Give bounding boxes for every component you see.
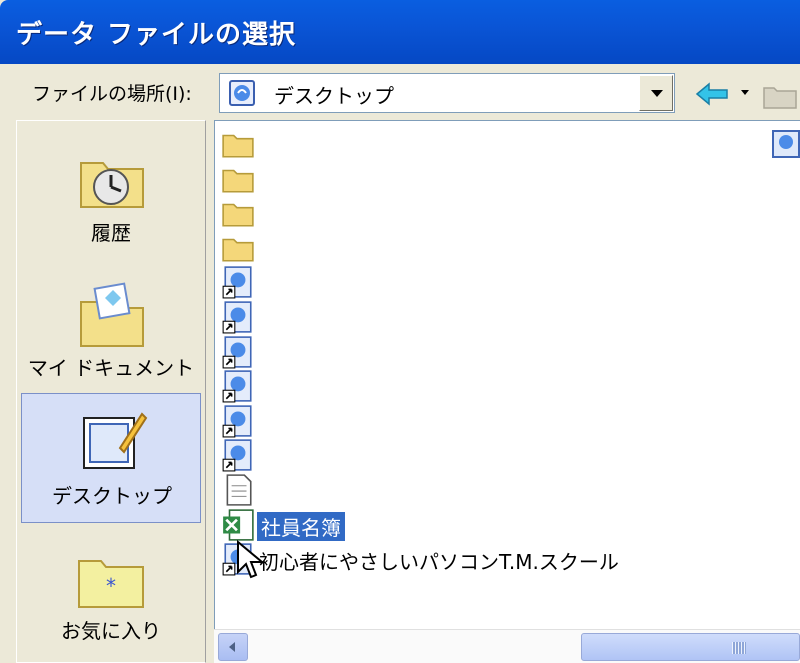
places-item-label: デスクトップ [52, 484, 172, 508]
excel-file-icon [223, 508, 254, 541]
list-item[interactable] [221, 196, 781, 230]
list-item[interactable] [221, 127, 781, 161]
list-item[interactable] [221, 335, 781, 369]
mouse-cursor [237, 540, 265, 579]
up-folder-icon[interactable] [760, 78, 800, 110]
history-icon [80, 162, 144, 208]
places-bar: 履歴 マイ ドキュメント デスクトップ * お気に入り [16, 120, 206, 663]
look-in-value: デスクトップ [274, 84, 394, 108]
file-name: 社員名簿 [257, 511, 345, 541]
shortcut-icon [222, 266, 252, 299]
title-bar[interactable]: データ ファイルの選択 [0, 0, 800, 64]
list-item[interactable] [221, 265, 781, 299]
svg-text:*: * [106, 574, 116, 598]
places-item-label: お気に入り [61, 619, 161, 643]
places-item-favorites[interactable]: * お気に入り [21, 529, 201, 659]
document-icon [226, 474, 252, 506]
look-in-label: ファイルの場所(I): [32, 83, 192, 105]
list-item[interactable]: 初心者にやさしいパソコンT.M.スクール [221, 542, 781, 576]
favorites-icon: * [78, 560, 144, 608]
shortcut-icon [222, 370, 252, 403]
scroll-grip [732, 642, 746, 654]
folder-icon [222, 169, 254, 193]
list-item[interactable] [221, 162, 781, 196]
scroll-thumb[interactable] [581, 633, 800, 661]
scroll-left-button[interactable] [218, 633, 248, 661]
list-item[interactable] [221, 369, 781, 403]
back-arrow-icon[interactable] [693, 78, 731, 110]
file-name: 初心者にやさしいパソコンT.M.スクール [259, 550, 619, 575]
places-item-desktop[interactable]: デスクトップ [21, 393, 201, 523]
back-dropdown-icon[interactable] [741, 90, 749, 95]
shortcut-icon [222, 301, 252, 334]
places-item-label: 履歴 [91, 221, 131, 245]
places-item-label: マイ ドキュメント [27, 356, 195, 380]
look-in-combo[interactable]: デスクトップ [219, 73, 675, 113]
places-item-my-documents[interactable]: マイ ドキュメント [21, 266, 201, 396]
list-item[interactable] [221, 473, 781, 507]
desktop-icon [83, 412, 148, 469]
list-item-selected[interactable]: 社員名簿 [221, 508, 781, 542]
shortcut-icon [222, 335, 252, 369]
chevron-down-icon[interactable] [639, 75, 673, 111]
places-item-history[interactable]: 履歴 [21, 131, 201, 261]
horizontal-scrollbar[interactable] [214, 629, 800, 663]
window-title: データ ファイルの選択 [16, 20, 297, 50]
shortcut-icon [222, 405, 252, 438]
desktop-icon [229, 80, 255, 106]
my-documents-icon [80, 282, 144, 347]
folder-icon [222, 134, 254, 158]
list-item[interactable] [221, 231, 781, 265]
list-item[interactable] [221, 404, 781, 438]
list-item[interactable] [221, 438, 781, 472]
list-item[interactable] [221, 300, 781, 334]
file-list[interactable]: 社員名簿初心者にやさしいパソコンT.M.スクール [214, 120, 800, 663]
shortcut-icon [222, 439, 252, 472]
folder-icon [222, 238, 254, 262]
folder-icon [222, 203, 254, 227]
